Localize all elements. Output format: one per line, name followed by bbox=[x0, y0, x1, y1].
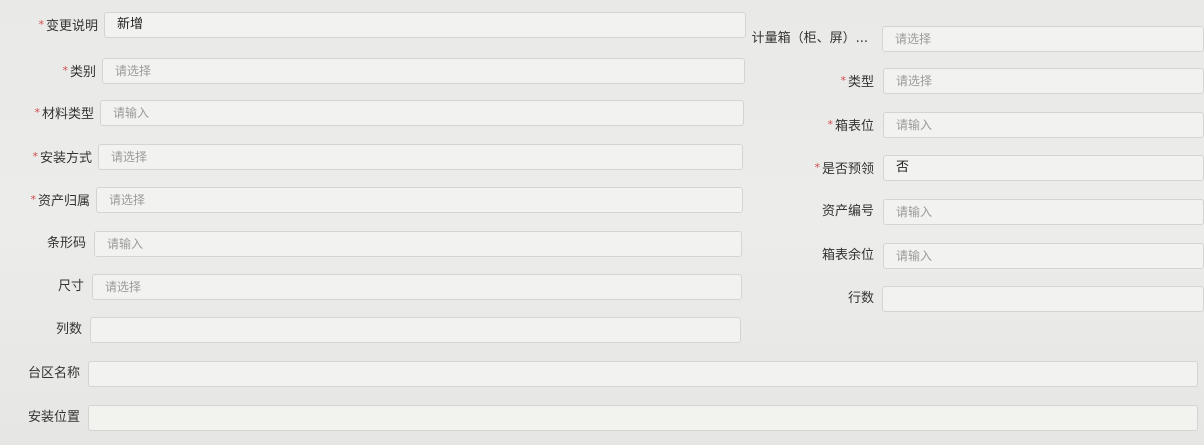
required-marker: * bbox=[827, 118, 833, 131]
form-row-rows: 行数 bbox=[740, 284, 1204, 314]
field-label: * 类别 bbox=[62, 64, 96, 80]
pre-claim-select[interactable]: 否 bbox=[883, 155, 1204, 181]
station-area-name-input[interactable] bbox=[88, 361, 1198, 387]
required-marker: * bbox=[814, 161, 820, 174]
form-row-category: * 类别 请选择 bbox=[0, 56, 750, 86]
required-marker: * bbox=[62, 64, 68, 77]
form-row-box-meter-position: * 箱表位 请输入 bbox=[740, 110, 1204, 140]
asset-change-form: * 变更说明 新增 * 类别 请选择 * 材料类型 请输入 * 安装方式 请选择 * 资产… bbox=[0, 0, 1204, 445]
required-marker: * bbox=[38, 18, 44, 31]
category-select[interactable]: 请选择 bbox=[102, 58, 745, 84]
field-label: 安装位置 bbox=[27, 410, 80, 425]
form-row-size: 尺寸 请选择 bbox=[0, 272, 750, 302]
form-row-type: * 类型 请选择 bbox=[740, 66, 1204, 96]
form-row-meter-box: 计量箱（柜、屏）... 请选择 bbox=[740, 24, 1204, 54]
field-label: * 资产归属 bbox=[30, 193, 90, 209]
material-type-input[interactable]: 请输入 bbox=[100, 100, 744, 126]
form-row-asset-number: 资产编号 请输入 bbox=[740, 197, 1204, 227]
change-description-select[interactable]: 新增 bbox=[104, 12, 746, 38]
rows-input[interactable] bbox=[882, 286, 1204, 312]
install-method-select[interactable]: 请选择 bbox=[98, 144, 743, 170]
field-label: 资产编号 bbox=[821, 204, 874, 219]
form-row-asset-ownership: * 资产归属 请选择 bbox=[0, 185, 750, 215]
field-label: * 材料类型 bbox=[34, 106, 94, 122]
form-row-change-description: * 变更说明 新增 bbox=[0, 10, 750, 40]
box-meter-position-input[interactable]: 请输入 bbox=[883, 112, 1204, 138]
required-marker: * bbox=[34, 106, 40, 119]
form-row-barcode: 条形码 请输入 bbox=[0, 229, 750, 259]
required-marker: * bbox=[32, 150, 38, 163]
field-label: * 是否预领 bbox=[814, 161, 874, 177]
columns-input[interactable] bbox=[90, 317, 741, 343]
box-meter-remaining-input[interactable]: 请输入 bbox=[883, 243, 1204, 269]
type-select[interactable]: 请选择 bbox=[883, 68, 1204, 94]
field-label: 行数 bbox=[847, 291, 874, 306]
install-location-input[interactable] bbox=[88, 405, 1198, 431]
required-marker: * bbox=[30, 193, 36, 206]
required-marker: * bbox=[840, 74, 846, 87]
field-label: * 箱表位 bbox=[827, 118, 874, 134]
field-label: * 类型 bbox=[840, 74, 874, 90]
form-row-install-method: * 安装方式 请选择 bbox=[0, 142, 750, 172]
form-row-station-area-name: 台区名称 bbox=[0, 359, 1204, 389]
field-label: * 安装方式 bbox=[32, 150, 92, 166]
field-label: 计量箱（柜、屏）... bbox=[751, 31, 868, 46]
field-label: * 变更说明 bbox=[38, 18, 98, 34]
field-label: 台区名称 bbox=[27, 366, 80, 381]
barcode-input[interactable]: 请输入 bbox=[94, 231, 742, 257]
field-label: 条形码 bbox=[46, 236, 86, 251]
field-label: 尺寸 bbox=[57, 279, 84, 294]
field-label: 箱表余位 bbox=[821, 248, 874, 263]
meter-box-select[interactable]: 请选择 bbox=[882, 26, 1204, 52]
form-row-material-type: * 材料类型 请输入 bbox=[0, 98, 750, 128]
form-row-columns: 列数 bbox=[0, 315, 750, 345]
form-row-pre-claim: * 是否预领 否 bbox=[740, 153, 1204, 183]
field-label: 列数 bbox=[55, 322, 82, 337]
form-row-install-location: 安装位置 bbox=[0, 403, 1204, 433]
asset-ownership-select[interactable]: 请选择 bbox=[96, 187, 743, 213]
form-row-box-meter-remaining: 箱表余位 请输入 bbox=[740, 241, 1204, 271]
asset-number-input[interactable]: 请输入 bbox=[883, 199, 1204, 225]
size-select[interactable]: 请选择 bbox=[92, 274, 742, 300]
